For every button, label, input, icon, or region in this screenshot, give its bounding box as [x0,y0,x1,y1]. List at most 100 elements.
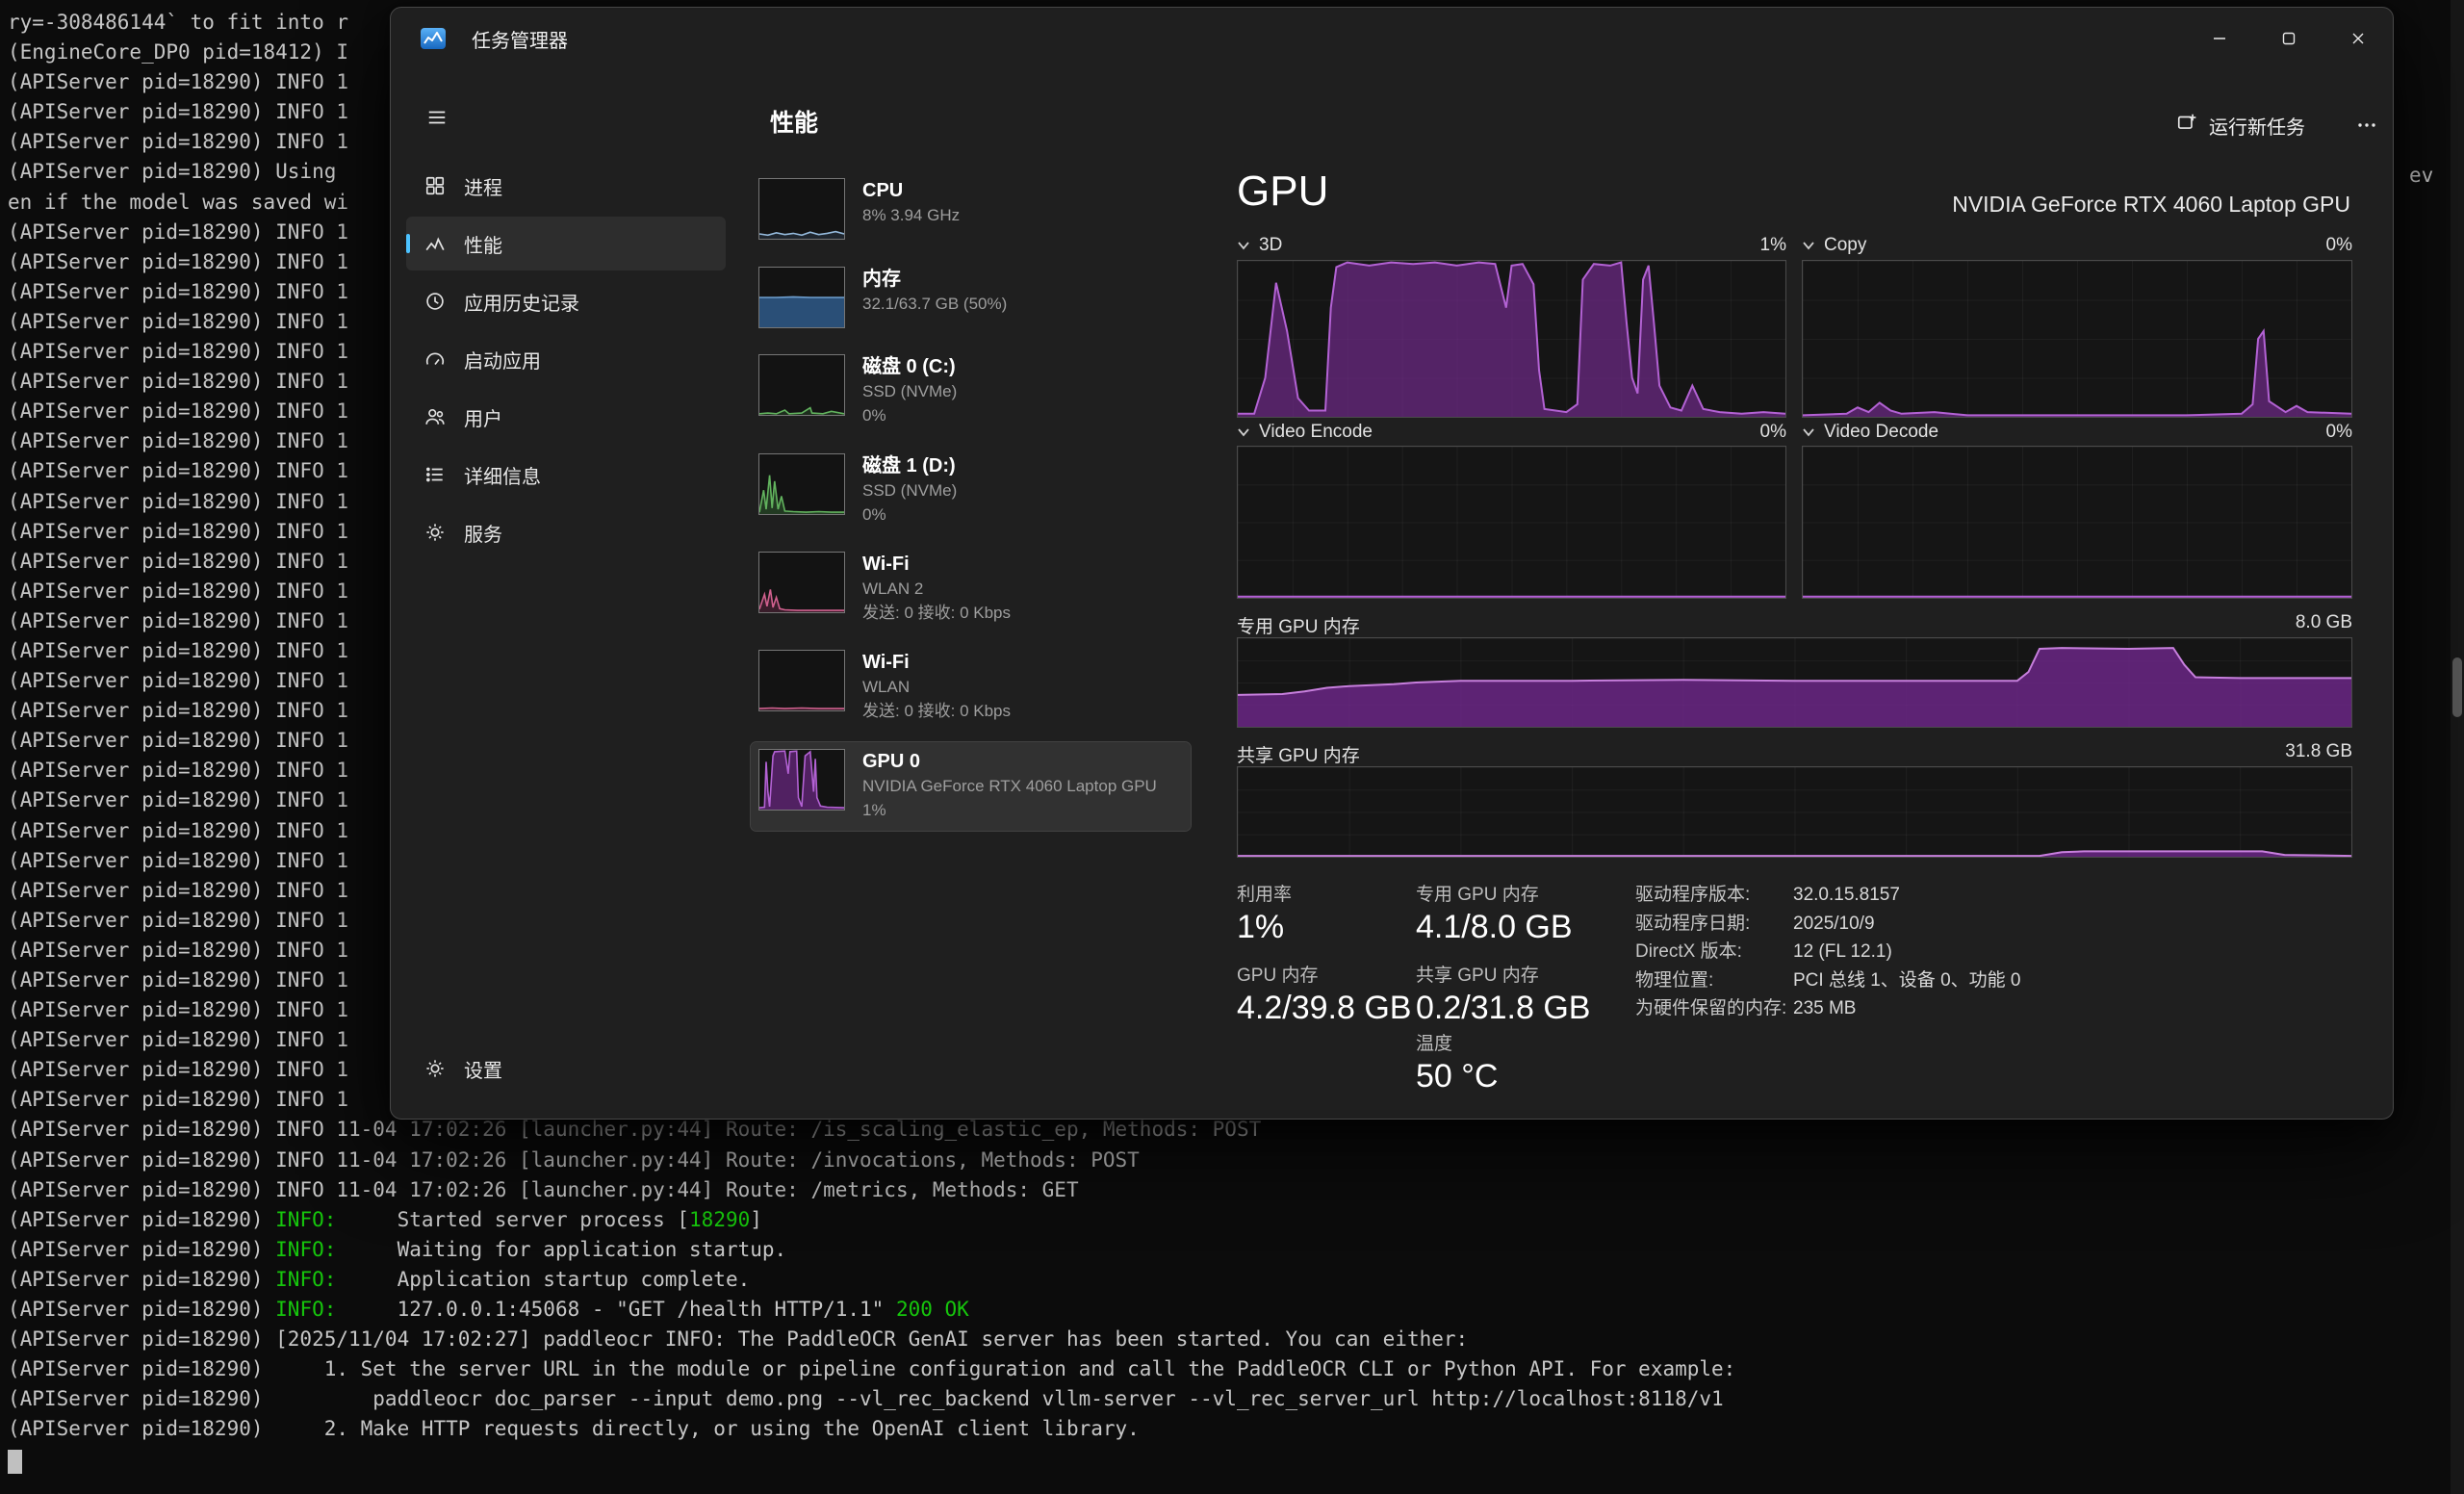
perf-item-sub: 8% 3.94 GHz [862,203,960,227]
run-new-task-button[interactable]: 运行新任务 [2167,104,2315,146]
detail-directx-version: DirectX 版本: 12 (FL 12.1) [1635,940,2352,963]
shared-gpu-memory-chart [1237,766,2352,858]
sidebar-item-label: 用户 [464,403,502,431]
stat-dedicated-memory: 专用 GPU 内存 4.1/8.0 GB [1416,880,1573,946]
sidebar-item-details[interactable]: 详细信息 [406,448,726,502]
performance-icon [424,232,447,255]
sidebar-item-startup-apps[interactable]: 启动应用 [406,332,726,386]
perf-item-sub: NVIDIA GeForce RTX 4060 Laptop GPU [862,774,1157,798]
sidebar-item-label: 设置 [464,1055,502,1083]
sidebar-item-settings[interactable]: 设置 [406,1042,726,1095]
chart-label-video-decode: Video Decode [1824,422,1938,443]
chevron-down-icon[interactable] [1802,427,1815,437]
perf-item-sub: 32.1/63.7 GB (50%) [862,292,1007,316]
screen: ry=-308486144` to fit into r(EngineCore_… [0,0,2464,1494]
detail-driver-version: 驱动程序版本: 32.0.15.8157 [1635,884,2352,906]
chevron-down-icon[interactable] [1802,241,1815,250]
window-title: 任务管理器 [472,8,568,69]
gpu-3d-chart [1237,260,1786,418]
shared-memory-label: 共享 GPU 内存 [1237,741,1360,767]
more-options-button[interactable] [2344,104,2390,146]
perf-item-disk1[interactable]: 磁盘 1 (D:)SSD (NVMe)0% [751,447,1191,535]
perf-item-name: 内存 [862,267,1007,292]
disk0-sparkline [758,354,845,416]
dedicated-memory-label: 专用 GPU 内存 [1237,612,1360,638]
details-icon [424,463,447,486]
perf-item-wifi2[interactable]: Wi-FiWLAN 2发送: 0 接收: 0 Kbps [751,545,1191,633]
perf-item-name: Wi-Fi [862,650,1011,675]
detail-reserved-memory: 为硬件保留的内存: 235 MB [1635,997,2352,1019]
close-button[interactable] [2323,8,2393,69]
chevron-down-icon[interactable] [1237,427,1250,437]
history-icon [424,290,447,313]
perf-item-sub: WLAN 2 [862,577,1011,601]
sidebar-item-processes[interactable]: 进程 [406,159,726,213]
perf-item-cpu[interactable]: CPU8% 3.94 GHz [751,171,1191,260]
terminal-scrollbar[interactable] [2451,0,2464,1494]
dedicated-gpu-memory-chart [1237,637,2352,728]
chart-value-video-encode: 0% [1760,422,1786,443]
sidebar-item-label: 详细信息 [464,461,541,489]
users-icon [424,405,447,428]
perf-item-wifi[interactable]: Wi-FiWLAN发送: 0 接收: 0 Kbps [751,643,1191,732]
performance-list: CPU8% 3.94 GHz内存32.1/63.7 GB (50%)磁盘 0 (… [751,69,1191,1119]
processes-icon [424,174,447,197]
maximize-button[interactable] [2254,8,2323,69]
scrollbar-thumb[interactable] [2452,657,2462,717]
startup-icon [424,348,447,371]
shared-memory-max: 31.8 GB [2285,741,2352,767]
perf-item-gpu0[interactable]: GPU 0NVIDIA GeForce RTX 4060 Laptop GPU1… [751,742,1191,831]
cpu-sparkline [758,178,845,240]
perf-item-disk0[interactable]: 磁盘 0 (C:)SSD (NVMe)0% [751,348,1191,436]
task-manager-icon [420,25,447,52]
terminal-cursor [8,1450,22,1474]
perf-item-sub: 1% [862,798,1157,822]
gpu-panel-title: GPU [1237,167,1328,216]
perf-item-sub: 0% [862,502,957,527]
sidebar-item-performance[interactable]: 性能 [406,217,726,270]
task-manager-window: 任务管理器 进程性能应用历史记录启动应用用户详细信息服务 设置 [390,7,2394,1120]
sidebar-item-services[interactable]: 服务 [406,505,726,559]
stat-temperature: 温度 50 °C [1416,1029,1498,1095]
perf-item-sub: 发送: 0 接收: 0 Kbps [862,699,1011,723]
sidebar-item-label: 服务 [464,519,502,547]
chart-label-video-encode: Video Encode [1259,422,1373,443]
sidebar: 进程性能应用历史记录启动应用用户详细信息服务 设置 [391,69,740,1119]
sidebar-item-label: 应用历史记录 [464,288,579,316]
chart-label-copy: Copy [1824,235,1866,256]
gpu-name: NVIDIA GeForce RTX 4060 Laptop GPU [1952,192,2350,218]
stat-shared-memory: 共享 GPU 内存 0.2/31.8 GB [1416,961,1590,1027]
stat-gpu-memory: GPU 内存 4.2/39.8 GB [1237,961,1411,1027]
chart-value-video-decode: 0% [2326,422,2352,443]
perf-item-sub: 0% [862,403,957,427]
minimize-button[interactable] [2185,8,2254,69]
chevron-down-icon[interactable] [1237,241,1250,250]
perf-item-name: GPU 0 [862,749,1157,774]
perf-item-name: 磁盘 0 (C:) [862,354,957,379]
titlebar[interactable]: 任务管理器 [391,8,2393,69]
gpu0-sparkline [758,749,845,811]
chart-value-copy: 0% [2326,235,2352,256]
gear-icon [424,1057,447,1080]
selection-accent [406,234,410,253]
gpu-video-encode-chart [1237,446,1786,599]
perf-item-name: Wi-Fi [862,552,1011,577]
chart-value-3d: 1% [1760,235,1786,256]
perf-item-memory[interactable]: 内存32.1/63.7 GB (50%) [751,260,1191,348]
chart-label-3d: 3D [1259,235,1282,256]
sidebar-item-users[interactable]: 用户 [406,390,726,444]
perf-item-sub: 发送: 0 接收: 0 Kbps [862,601,1011,625]
sidebar-item-label: 进程 [464,172,502,200]
dedicated-memory-max: 8.0 GB [2296,612,2352,638]
sidebar-item-label: 启动应用 [464,346,541,374]
nav-menu-button[interactable] [416,96,458,139]
perf-item-sub: WLAN [862,675,1011,699]
perf-item-sub: SSD (NVMe) [862,379,957,403]
services-icon [424,521,447,544]
memory-sparkline [758,267,845,328]
detail-driver-date: 驱动程序日期: 2025/10/9 [1635,913,2352,935]
sidebar-item-label: 性能 [464,230,502,258]
gpu-video-decode-chart [1802,446,2352,599]
terminal-fragment: ev [2409,164,2433,187]
sidebar-item-app-history[interactable]: 应用历史记录 [406,274,726,328]
